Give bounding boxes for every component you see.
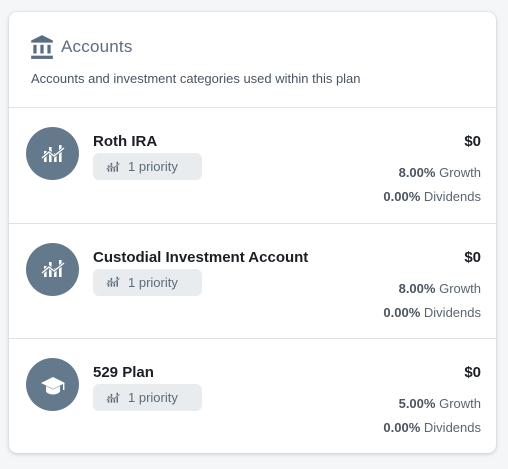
dividends-stat: 0.00% Dividends	[383, 189, 481, 204]
chart-trend-icon	[106, 392, 120, 403]
priority-label: 1 priority	[128, 390, 178, 405]
growth-value: 5.00%	[398, 396, 436, 411]
chart-trend-icon	[106, 276, 120, 287]
account-avatar	[26, 358, 79, 411]
growth-value: 8.00%	[398, 165, 436, 180]
account-avatar	[26, 242, 79, 296]
account-row-roth-ira[interactable]: Roth IRA 1 priority $0 8.00% Growth 0.00…	[9, 108, 496, 224]
accounts-header: Accounts Accounts and investment categor…	[9, 12, 496, 108]
dividends-label: Dividends	[423, 304, 481, 320]
account-amount: $0	[464, 133, 481, 150]
dividends-label: Dividends	[423, 189, 481, 204]
dividends-stat: 0.00% Dividends	[383, 420, 481, 435]
account-row-529-plan[interactable]: 529 Plan 1 priority $0 5.00% Growth 0.00…	[9, 339, 496, 453]
priority-chip[interactable]: 1 priority	[93, 384, 202, 411]
chart-trend-icon	[106, 161, 120, 172]
growth-stat: 8.00% Growth	[399, 165, 481, 180]
page-title: Accounts	[61, 37, 133, 56]
growth-stat: 5.00% Growth	[399, 396, 481, 411]
dividends-value: 0.00%	[383, 420, 421, 435]
page-subtitle: Accounts and investment categories used …	[31, 71, 361, 86]
graduation-cap-icon	[40, 376, 65, 394]
growth-stat: 8.00% Growth	[399, 281, 481, 296]
chart-trend-icon	[40, 144, 65, 162]
bank-icon	[31, 35, 53, 59]
accounts-card: Accounts Accounts and investment categor…	[9, 12, 496, 453]
account-name: Roth IRA	[93, 133, 158, 150]
growth-label: Growth	[439, 165, 481, 180]
account-amount: $0	[464, 364, 481, 381]
account-avatar	[26, 127, 79, 180]
account-amount: $0	[464, 248, 481, 266]
account-name: 529 Plan	[93, 364, 154, 381]
growth-label: Growth	[439, 396, 481, 411]
dividends-value: 0.00%	[383, 304, 421, 320]
dividends-stat: 0.00% Dividends	[383, 305, 481, 320]
priority-chip[interactable]: 1 priority	[93, 153, 202, 180]
account-row-custodial[interactable]: Custodial Investment Account 1 priority …	[9, 224, 496, 339]
growth-value: 8.00%	[398, 280, 436, 296]
priority-chip[interactable]: 1 priority	[93, 268, 202, 296]
chart-trend-icon	[40, 260, 65, 277]
priority-label: 1 priority	[128, 159, 178, 174]
dividends-label: Dividends	[423, 420, 481, 435]
growth-label: Growth	[439, 280, 481, 296]
dividends-value: 0.00%	[383, 189, 421, 204]
account-name: Custodial Investment Account	[93, 248, 309, 266]
priority-label: 1 priority	[128, 274, 178, 290]
